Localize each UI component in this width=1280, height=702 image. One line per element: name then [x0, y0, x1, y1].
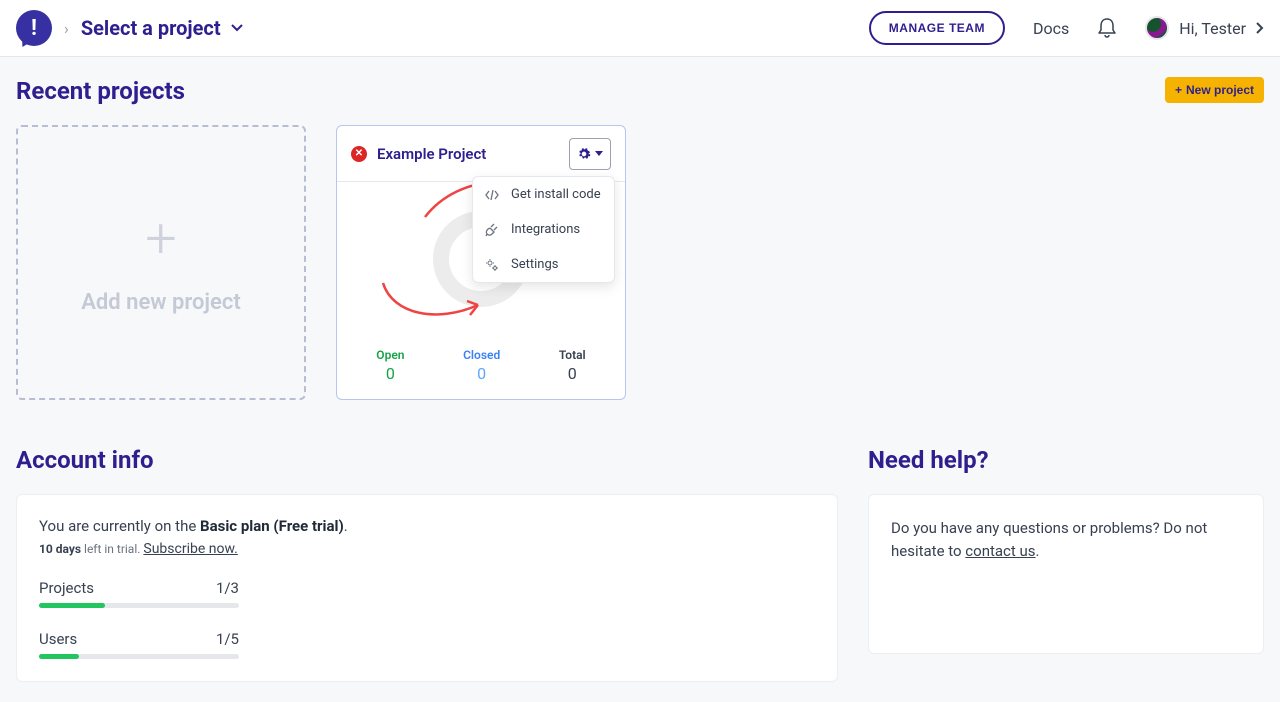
recent-projects-title: Recent projects: [16, 77, 1264, 105]
help-text: Do you have any questions or problems? D…: [891, 517, 1241, 562]
add-project-label: Add new project: [81, 290, 241, 315]
new-project-button[interactable]: + New project: [1165, 77, 1264, 103]
breadcrumb-chevron-icon: ›: [64, 19, 69, 38]
cogs-icon: [485, 258, 499, 272]
project-card-header: ✕ Example Project: [337, 126, 625, 182]
account-info-title: Account info: [16, 446, 838, 474]
users-usage-label: Users: [39, 630, 77, 648]
chevron-right-icon: [1256, 22, 1264, 34]
new-project-label: New project: [1186, 83, 1254, 97]
users-usage-bar: [39, 654, 239, 659]
avatar: [1145, 16, 1169, 40]
users-usage-value: 1/5: [216, 630, 239, 648]
code-icon: [485, 189, 499, 201]
gear-icon: [577, 147, 591, 161]
main-content: Recent projects + New project + Add new …: [0, 57, 1280, 702]
projects-usage-label: Projects: [39, 579, 94, 597]
stat-total: Total 0: [559, 348, 586, 383]
bottom-row: Account info You are currently on the Ba…: [16, 446, 1264, 682]
users-usage-row: Users 1/5: [39, 630, 239, 648]
stat-label: Closed: [463, 348, 500, 362]
project-name: Example Project: [377, 145, 559, 163]
plug-icon: [485, 223, 499, 237]
project-settings-button[interactable]: [569, 138, 611, 170]
project-selector[interactable]: Select a project: [81, 16, 243, 40]
menu-item-label: Integrations: [511, 222, 580, 237]
projects-usage-value: 1/3: [216, 579, 239, 597]
plus-icon: +: [1175, 83, 1182, 97]
need-help-card: Do you have any questions or problems? D…: [868, 494, 1264, 654]
stat-value: 0: [463, 364, 500, 383]
notifications-button[interactable]: [1097, 17, 1117, 39]
contact-us-link[interactable]: contact us: [965, 542, 1035, 560]
stat-value: 0: [559, 364, 586, 383]
projects-usage-bar: [39, 603, 239, 608]
user-greeting: Hi, Tester: [1179, 19, 1246, 38]
stat-label: Open: [376, 348, 404, 362]
manage-team-button[interactable]: MANAGE TEAM: [869, 11, 1005, 45]
account-plan-line: You are currently on the Basic plan (Fre…: [39, 517, 815, 535]
menu-item-label: Get install code: [511, 187, 601, 202]
app-logo[interactable]: !: [16, 10, 52, 46]
project-settings-dropdown: Get install code Integrations Settings: [472, 176, 615, 283]
projects-usage-row: Projects 1/3: [39, 579, 239, 597]
project-card[interactable]: ✕ Example Project Get install code: [336, 125, 626, 400]
chevron-down-icon: [231, 24, 243, 32]
account-info-card: You are currently on the Basic plan (Fre…: [16, 494, 838, 682]
stat-closed: Closed 0: [463, 348, 500, 383]
need-help-title: Need help?: [868, 446, 1264, 474]
project-stats: Open 0 Closed 0 Total 0: [337, 336, 625, 399]
add-project-card[interactable]: + Add new project: [16, 125, 306, 400]
stat-value: 0: [376, 364, 404, 383]
menu-item-settings[interactable]: Settings: [473, 247, 614, 282]
plus-large-icon: +: [145, 210, 177, 266]
caret-down-icon: [595, 151, 603, 157]
subscribe-link[interactable]: Subscribe now.: [143, 541, 237, 557]
project-selector-label: Select a project: [81, 16, 221, 40]
user-menu[interactable]: Hi, Tester: [1145, 16, 1264, 40]
menu-item-install-code[interactable]: Get install code: [473, 177, 614, 212]
projects-row: + Add new project ✕ Example Project Get …: [16, 125, 1264, 400]
app-header: ! › Select a project MANAGE TEAM Docs Hi…: [0, 0, 1280, 57]
menu-item-label: Settings: [511, 257, 558, 272]
bell-icon: [1097, 17, 1117, 39]
project-status-error-icon: ✕: [351, 146, 367, 162]
account-trial-line: 10 days left in trial. Subscribe now.: [39, 541, 815, 557]
menu-item-integrations[interactable]: Integrations: [473, 212, 614, 247]
docs-link[interactable]: Docs: [1033, 19, 1069, 38]
stat-open: Open 0: [376, 348, 404, 383]
stat-label: Total: [559, 348, 586, 362]
